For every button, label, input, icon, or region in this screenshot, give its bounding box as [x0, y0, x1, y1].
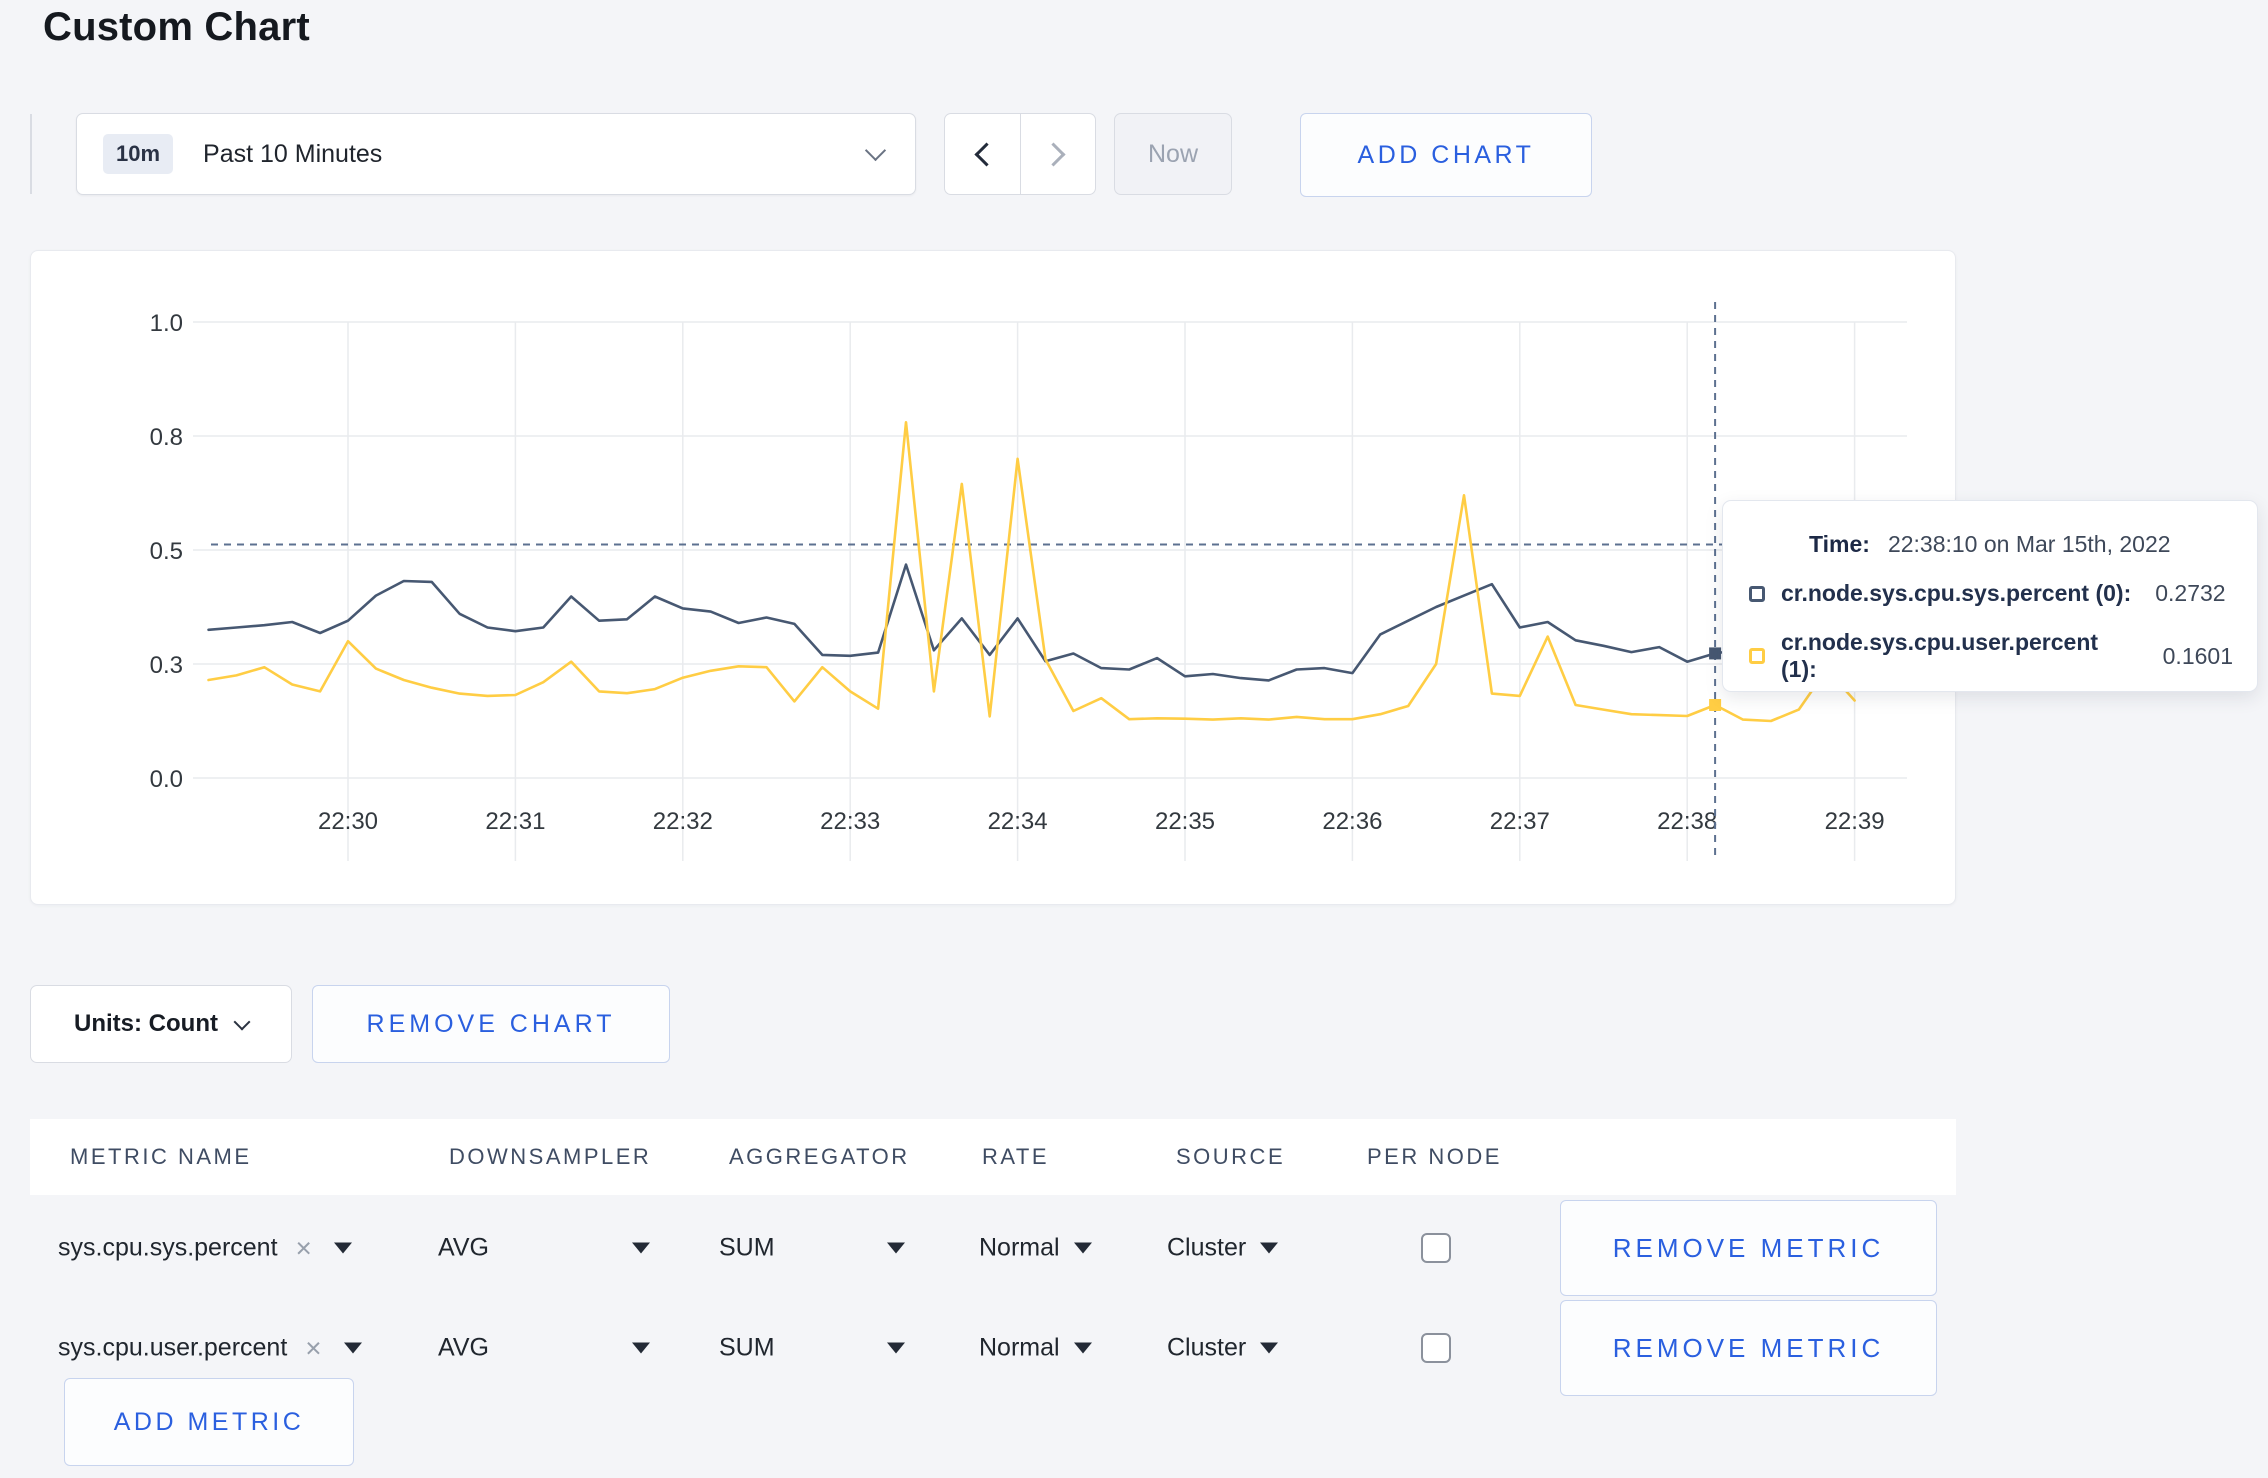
- sys-series-swatch-icon: [1749, 585, 1765, 602]
- chart-card: 0.0 0.3 0.5 0.8 1.0 22:30 22:31 22:32 22:33 22:34…: [30, 250, 1956, 905]
- now-button[interactable]: Now: [1114, 113, 1232, 195]
- downsampler-value: AVG: [438, 1333, 489, 1362]
- chevron-down-icon: [864, 139, 887, 162]
- downsampler-select[interactable]: AVG: [438, 1334, 489, 1363]
- svg-text:1.0: 1.0: [150, 310, 183, 337]
- svg-text:22:33: 22:33: [820, 808, 880, 835]
- prev-range-button[interactable]: [945, 114, 1020, 194]
- caret-down-icon: [1073, 1342, 1092, 1354]
- metric-name-select[interactable]: sys.cpu.user.percent ×: [58, 1334, 362, 1363]
- caret-down-icon: [887, 1342, 905, 1354]
- downsampler-caret[interactable]: [632, 1342, 650, 1354]
- svg-text:0.3: 0.3: [150, 652, 183, 679]
- tooltip-series-value: 0.1601: [2162, 642, 2233, 669]
- next-range-button[interactable]: [1021, 114, 1096, 194]
- tooltip-series-row: cr.node.sys.cpu.sys.percent (0): 0.2732: [1749, 580, 2233, 607]
- aggregator-select[interactable]: SUM: [719, 1234, 775, 1263]
- user-series-swatch-icon: [1749, 648, 1765, 664]
- chevron-left-icon: [974, 141, 999, 167]
- svg-text:22:35: 22:35: [1155, 808, 1215, 835]
- caret-down-icon: [632, 1242, 650, 1254]
- svg-text:22:39: 22:39: [1825, 808, 1885, 835]
- tooltip-series-row: cr.node.sys.cpu.user.percent (1): 0.1601: [1749, 629, 2233, 683]
- caret-down-icon: [887, 1242, 905, 1254]
- tooltip-series-label: cr.node.sys.cpu.sys.percent (0):: [1781, 580, 2132, 606]
- rate-select[interactable]: Normal: [979, 1234, 1092, 1263]
- source-value: Cluster: [1167, 1233, 1247, 1262]
- tooltip-time-value: 22:38:10 on Mar 15th, 2022: [1887, 531, 2171, 557]
- clear-metric-icon[interactable]: ×: [305, 1334, 321, 1362]
- header-source: SOURCE: [1176, 1144, 1286, 1169]
- downsampler-caret[interactable]: [632, 1242, 650, 1254]
- metric-name-select[interactable]: sys.cpu.sys.percent ×: [58, 1234, 352, 1263]
- metrics-table-header: METRIC NAME DOWNSAMPLER AGGREGATOR RATE …: [30, 1119, 1956, 1195]
- header-aggregator: AGGREGATOR: [729, 1144, 910, 1169]
- rate-value: Normal: [979, 1333, 1060, 1362]
- downsampler-value: AVG: [438, 1233, 489, 1262]
- caret-down-icon: [1073, 1242, 1092, 1254]
- add-chart-button[interactable]: ADD CHART: [1300, 113, 1592, 197]
- source-select[interactable]: Cluster: [1167, 1333, 1279, 1363]
- remove-chart-button[interactable]: REMOVE CHART: [312, 985, 670, 1063]
- clear-metric-icon[interactable]: ×: [296, 1234, 312, 1262]
- time-range-pager: [944, 113, 1096, 195]
- svg-text:22:30: 22:30: [318, 808, 378, 835]
- caret-down-icon: [343, 1342, 362, 1354]
- remove-metric-button[interactable]: REMOVE METRIC: [1560, 1300, 1937, 1396]
- chevron-down-icon: [233, 1013, 251, 1031]
- caret-down-icon: [1260, 1242, 1279, 1254]
- svg-text:0.8: 0.8: [150, 424, 183, 451]
- aggregator-caret[interactable]: [887, 1342, 905, 1354]
- downsampler-select[interactable]: AVG: [438, 1234, 489, 1263]
- caret-down-icon: [333, 1242, 352, 1254]
- header-rate: RATE: [982, 1144, 1050, 1169]
- units-dropdown[interactable]: Units: Count: [30, 985, 292, 1063]
- aggregator-value: SUM: [719, 1233, 775, 1262]
- caret-down-icon: [632, 1342, 650, 1354]
- page-title: Custom Chart: [43, 5, 310, 49]
- header-metric-name: METRIC NAME: [70, 1144, 252, 1169]
- tooltip-time-label: Time:: [1809, 531, 1870, 557]
- header-downsampler: DOWNSAMPLER: [449, 1144, 652, 1169]
- aggregator-value: SUM: [719, 1333, 775, 1362]
- time-range-badge: 10m: [103, 134, 174, 174]
- source-value: Cluster: [1167, 1333, 1247, 1362]
- rate-select[interactable]: Normal: [979, 1334, 1092, 1363]
- caret-down-icon: [1260, 1342, 1279, 1354]
- tooltip-series-value: 0.2732: [2155, 580, 2226, 606]
- source-select[interactable]: Cluster: [1167, 1233, 1279, 1263]
- chart-hover-tooltip: Time: 22:38:10 on Mar 15th, 2022 cr.node…: [1722, 500, 2258, 692]
- svg-text:22:31: 22:31: [485, 808, 545, 835]
- remove-metric-button[interactable]: REMOVE METRIC: [1560, 1200, 1937, 1296]
- rate-value: Normal: [979, 1233, 1060, 1262]
- tooltip-series-label: cr.node.sys.cpu.user.percent (1):: [1781, 629, 2099, 682]
- svg-text:22:38: 22:38: [1657, 808, 1717, 835]
- aggregator-select[interactable]: SUM: [719, 1334, 775, 1363]
- svg-text:0.5: 0.5: [150, 538, 183, 565]
- chevron-right-icon: [1041, 141, 1066, 167]
- svg-text:22:37: 22:37: [1490, 808, 1550, 835]
- metric-name-value: sys.cpu.sys.percent: [58, 1233, 278, 1262]
- per-node-checkbox[interactable]: [1421, 1233, 1451, 1263]
- aggregator-caret[interactable]: [887, 1242, 905, 1254]
- toolbar-divider: [30, 114, 32, 194]
- units-label: Units: Count: [74, 1010, 218, 1037]
- metric-row: sys.cpu.sys.percent × AVG SUM Normal Clu…: [0, 1200, 2268, 1296]
- svg-text:22:32: 22:32: [653, 808, 713, 835]
- header-per-node: PER NODE: [1367, 1144, 1502, 1169]
- add-metric-button[interactable]: ADD METRIC: [64, 1378, 354, 1466]
- svg-text:22:34: 22:34: [988, 808, 1048, 835]
- svg-text:0.0: 0.0: [150, 766, 183, 793]
- time-range-dropdown[interactable]: 10m Past 10 Minutes: [76, 113, 916, 195]
- cpu-line-chart[interactable]: 0.0 0.3 0.5 0.8 1.0 22:30 22:31 22:32 22:33 22:34…: [31, 251, 1957, 906]
- svg-text:22:36: 22:36: [1322, 808, 1382, 835]
- time-range-label: Past 10 Minutes: [203, 139, 383, 168]
- per-node-checkbox[interactable]: [1421, 1333, 1451, 1363]
- metric-name-value: sys.cpu.user.percent: [58, 1333, 288, 1362]
